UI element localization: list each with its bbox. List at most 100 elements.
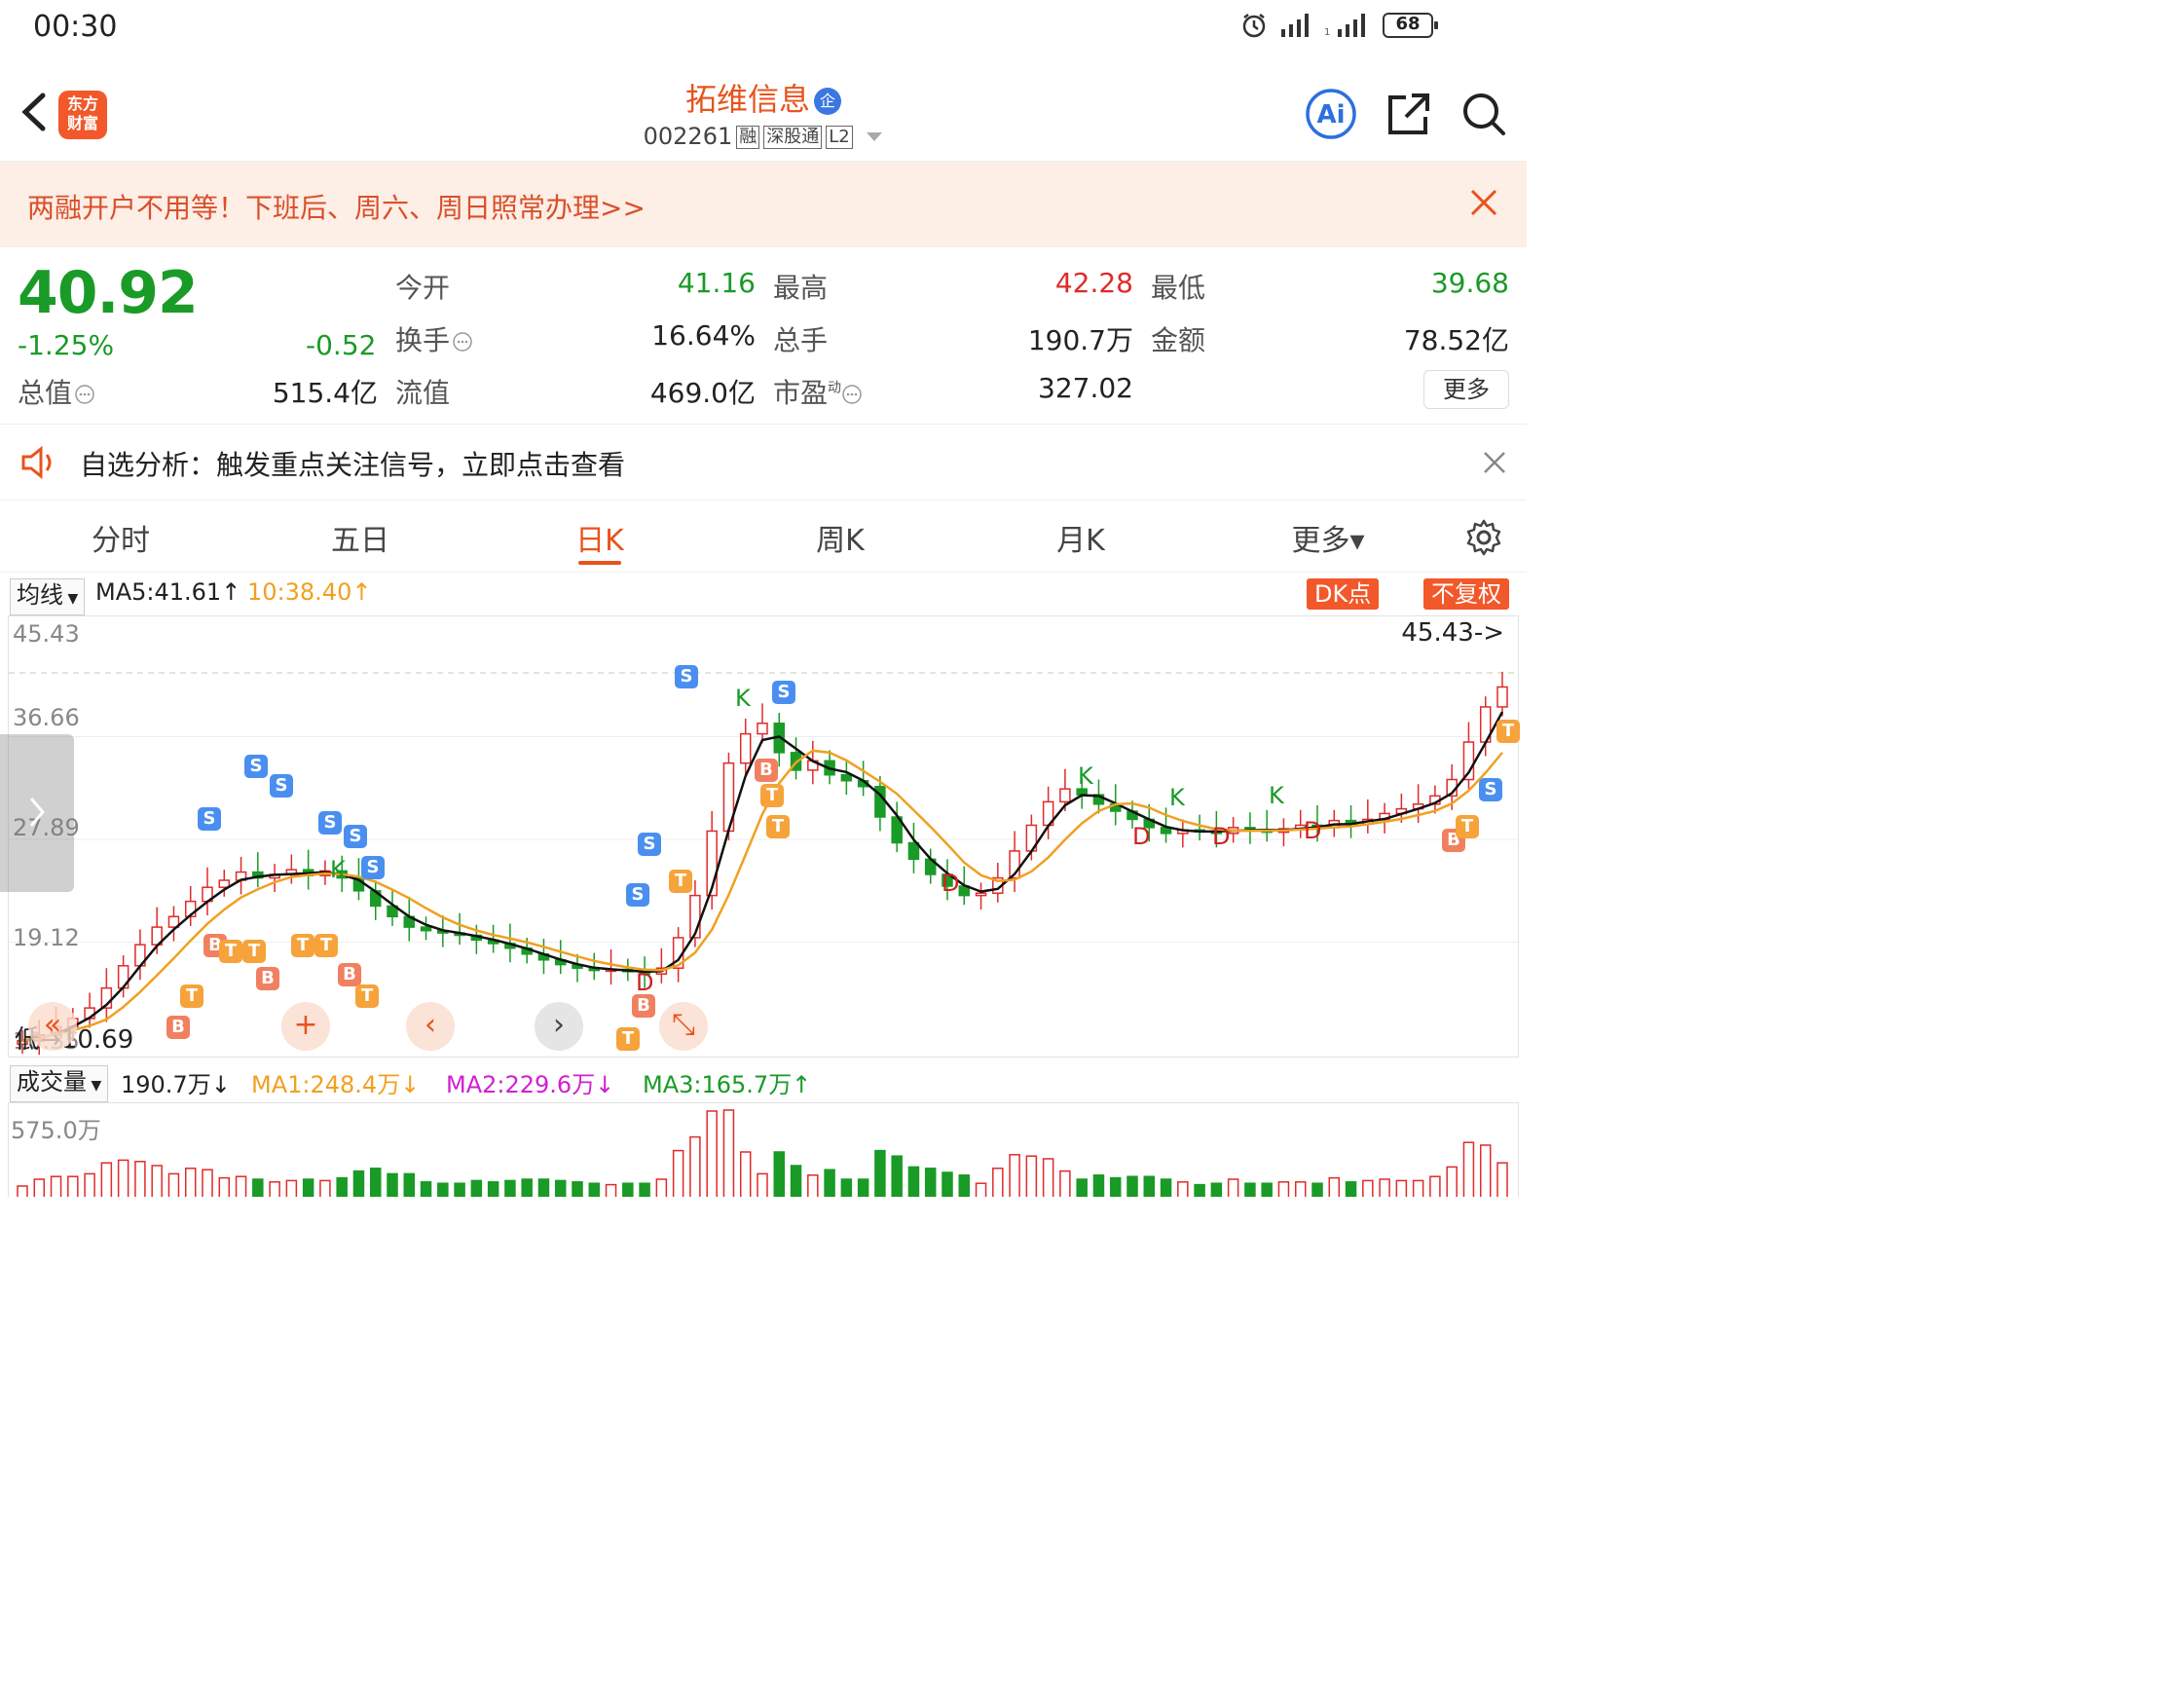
volume-bar-up bbox=[1395, 1179, 1408, 1197]
label-market-cap[interactable]: 总值 bbox=[18, 372, 95, 411]
dk-point-badge[interactable]: DK点 bbox=[1307, 578, 1380, 610]
volume-bar-down bbox=[572, 1181, 583, 1197]
candle-down bbox=[840, 773, 853, 782]
volume-bar-down bbox=[924, 1168, 937, 1197]
tab-more[interactable]: 更多▾ bbox=[1270, 516, 1386, 559]
change-amount: -0.52 bbox=[306, 329, 377, 361]
volume-bar-down bbox=[588, 1182, 601, 1197]
volume-bar-down bbox=[537, 1178, 550, 1197]
chart-next-button[interactable]: › bbox=[535, 1002, 583, 1051]
tab-five-day[interactable]: 五日 bbox=[302, 516, 419, 559]
svg-text:Ai: Ai bbox=[1316, 100, 1345, 130]
volume-indicator-select[interactable]: 成交量 ▼ bbox=[10, 1065, 109, 1102]
sell-signal: S bbox=[318, 811, 342, 835]
candle-up bbox=[739, 732, 752, 764]
volume-bar-up bbox=[1059, 1170, 1071, 1197]
volume-bar-down bbox=[1244, 1182, 1256, 1197]
volume-bar-down bbox=[958, 1174, 971, 1197]
volume-bar-down bbox=[824, 1169, 835, 1197]
label-pe[interactable]: 市盈动 bbox=[773, 372, 863, 411]
expand-chart-button[interactable]: ⤡ bbox=[659, 1002, 708, 1051]
volume-chart[interactable]: 575.0万 bbox=[8, 1102, 1519, 1197]
price-adjust-badge[interactable]: 不复权 bbox=[1423, 578, 1509, 610]
stock-name: 拓维信息 bbox=[684, 81, 810, 118]
t-signal: T bbox=[180, 984, 203, 1008]
y-label-top: 45.43 bbox=[13, 620, 80, 648]
ai-assistant-icon[interactable]: Ai bbox=[1305, 88, 1357, 140]
t-signal: T bbox=[355, 984, 379, 1008]
value-amount: 78.52亿 bbox=[1403, 324, 1509, 356]
volume-bar-up bbox=[739, 1151, 752, 1197]
volume-bar-up bbox=[992, 1168, 1004, 1197]
analysis-alert[interactable]: 自选分析：触发重点关注信号，立即点击查看 bbox=[0, 425, 1527, 501]
volume-bar-down bbox=[420, 1181, 432, 1197]
sell-signal: S bbox=[361, 856, 385, 879]
volume-bar-down bbox=[639, 1182, 650, 1197]
volume-bar-down bbox=[1194, 1183, 1205, 1197]
volume-bar-down bbox=[907, 1166, 920, 1197]
label-high: 最高 bbox=[773, 272, 829, 304]
sell-signal: S bbox=[1479, 778, 1502, 801]
volume-bar-down bbox=[1261, 1182, 1273, 1197]
volume-bar-down bbox=[454, 1182, 465, 1197]
volume-bar-up bbox=[1177, 1181, 1189, 1197]
volume-bar-up bbox=[134, 1161, 146, 1197]
alarm-icon bbox=[1242, 14, 1266, 38]
dropdown-triangle-icon[interactable] bbox=[866, 131, 883, 143]
alert-text[interactable]: 自选分析：触发重点关注信号，立即点击查看 bbox=[80, 444, 625, 483]
more-quote-button[interactable]: 更多 bbox=[1423, 370, 1509, 409]
volume-bar-up bbox=[184, 1168, 197, 1197]
volume-bar-up bbox=[605, 1183, 617, 1197]
side-drawer-handle[interactable] bbox=[0, 734, 74, 892]
info-dots-icon[interactable] bbox=[452, 331, 473, 353]
tab-weekly-k[interactable]: 周K bbox=[782, 516, 899, 559]
tab-monthly-k[interactable]: 月K bbox=[1022, 516, 1139, 559]
tab-daily-k[interactable]: 日K bbox=[541, 516, 658, 559]
k-signal: K bbox=[735, 685, 751, 712]
info-dots-icon[interactable] bbox=[841, 384, 863, 405]
volume-bar-up bbox=[1379, 1178, 1390, 1197]
d-signal: D bbox=[942, 870, 960, 897]
tab-intraday[interactable]: 分时 bbox=[62, 516, 179, 559]
t-signal: T bbox=[1456, 815, 1479, 838]
kline-indicator-select[interactable]: 均线 ▼ bbox=[10, 578, 86, 615]
volume-bar-up bbox=[1277, 1181, 1290, 1197]
stock-code-line[interactable]: 002261 融深股通 L2 bbox=[0, 123, 1527, 150]
volume-bar-down bbox=[622, 1182, 634, 1197]
status-bar: 00:30 1 68 bbox=[0, 0, 1527, 58]
search-icon[interactable] bbox=[1460, 91, 1507, 137]
label-low: 最低 bbox=[1151, 272, 1206, 304]
volume-bar-down bbox=[403, 1172, 416, 1197]
volume-bar-up bbox=[1294, 1181, 1307, 1197]
tag-level2: L2 bbox=[826, 126, 853, 149]
share-icon[interactable] bbox=[1386, 92, 1431, 136]
chevron-right-icon[interactable] bbox=[25, 793, 49, 832]
d-signal: D bbox=[1304, 817, 1322, 844]
buy-signal: B bbox=[755, 759, 778, 782]
volume-bar-down bbox=[1126, 1175, 1138, 1197]
rewind-button[interactable]: « bbox=[28, 1002, 77, 1051]
sell-signal: S bbox=[198, 807, 221, 831]
kline-chart[interactable]: 45.43 36.66 27.89 19.12 10.35 45.43-> 低→… bbox=[8, 615, 1520, 1058]
chart-prev-button[interactable]: ‹ bbox=[406, 1002, 455, 1051]
gear-icon[interactable] bbox=[1464, 518, 1503, 557]
kline-indicator-row: 均线 ▼ MA5:41.61↑ 10:38.40↑ DK点 不复权 bbox=[0, 575, 1527, 615]
volume-bar-up bbox=[17, 1185, 28, 1197]
battery-indicator: 68 bbox=[1383, 13, 1438, 38]
promo-text[interactable]: 两融开户不用等！下班后、周六、周日照常办理>> bbox=[27, 187, 646, 226]
k-signal: K bbox=[1269, 782, 1284, 809]
chart-tabs: 分时 五日 日K 周K 月K 更多▾ bbox=[0, 501, 1527, 573]
promo-banner[interactable]: 两融开户不用等！下班后、周六、周日照常办理>> bbox=[0, 162, 1527, 247]
k-signal: K bbox=[1169, 784, 1185, 811]
info-dots-icon[interactable] bbox=[74, 384, 95, 405]
tag-connect: 深股通 bbox=[763, 126, 823, 149]
volume-bar-up bbox=[975, 1182, 987, 1197]
close-icon[interactable] bbox=[1482, 450, 1507, 475]
t-signal: T bbox=[242, 940, 266, 963]
header-actions: Ai bbox=[1305, 88, 1507, 140]
label-turnover[interactable]: 换手 bbox=[395, 319, 473, 358]
label-volume: 总手 bbox=[773, 324, 829, 356]
close-icon[interactable] bbox=[1468, 187, 1499, 218]
volume-bar-up bbox=[807, 1174, 819, 1197]
add-indicator-button[interactable]: + bbox=[281, 1002, 330, 1051]
